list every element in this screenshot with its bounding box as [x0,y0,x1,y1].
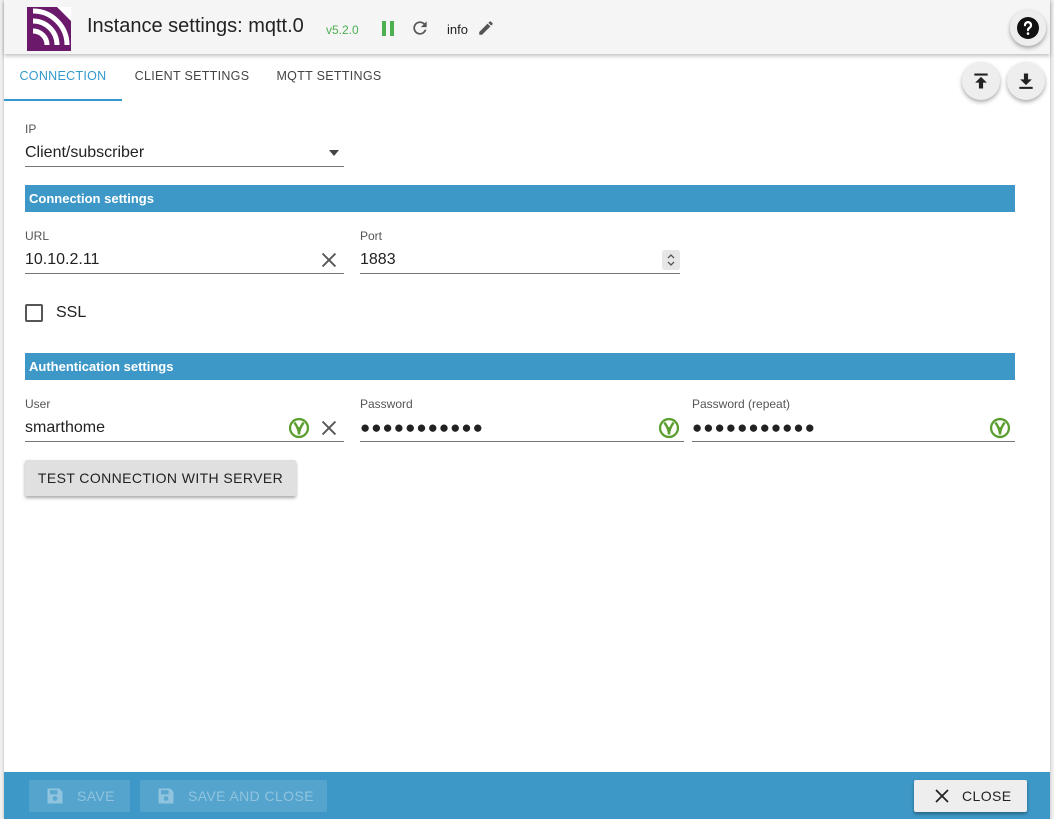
port-stepper-icon[interactable] [662,249,680,270]
tab-mqtt-settings[interactable]: MQTT SETTINGS [262,54,396,101]
download-icon [1019,73,1033,89]
help-button[interactable] [1010,10,1046,46]
reload-icon[interactable] [410,18,430,38]
close-icon [935,789,949,803]
port-label: Port [360,229,383,243]
help-icon [1017,17,1039,39]
port-value: 1883 [360,250,396,268]
pencil-icon[interactable] [477,19,495,37]
password-repeat-value: ●●●●●●●●●●● [692,417,816,437]
key-icon[interactable] [658,417,680,439]
save-icon [158,788,174,804]
close-label: CLOSE [962,788,1012,804]
save-icon [47,788,63,804]
url-input[interactable]: 10.10.2.11 [25,246,344,274]
download-settings-button[interactable] [1007,62,1045,100]
ip-label: IP [25,122,37,136]
user-label: User [25,397,51,411]
key-icon[interactable] [288,417,310,439]
user-input[interactable]: smarthome [25,414,344,442]
ssl-checkbox[interactable] [25,304,43,322]
tab-bar: CONNECTION CLIENT SETTINGS MQTT SETTINGS [4,54,1050,101]
ip-select[interactable]: Client/subscriber [25,139,344,167]
save-and-close-label: SAVE AND CLOSE [188,788,314,804]
key-icon[interactable] [989,417,1011,439]
clear-user-icon[interactable] [318,417,340,439]
stepper-arrows-icon [667,253,675,266]
mqtt-logo-icon [27,7,71,51]
user-value: smarthome [25,418,106,436]
password-repeat-input[interactable]: ●●●●●●●●●●● [692,414,1015,442]
url-label: URL [25,229,50,243]
upload-settings-button[interactable] [962,62,1000,100]
page-title: Instance settings: mqtt.0 [87,15,304,37]
pause-icon[interactable] [380,20,396,37]
save-and-close-button[interactable]: SAVE AND CLOSE [140,780,327,812]
ssl-label: SSL [56,304,87,321]
log-level-label[interactable]: info [447,22,468,37]
header-bar: Instance settings: mqtt.0 v5.2.0 info [4,0,1050,54]
password-repeat-label: Password (repeat) [692,397,791,411]
footer-bar: SAVE SAVE AND CLOSE CLOSE [4,772,1050,819]
password-value: ●●●●●●●●●●● [360,417,484,437]
url-value: 10.10.2.11 [25,250,100,268]
version-label: v5.2.0 [326,23,359,37]
connection-settings-header: Connection settings [25,185,1015,212]
authentication-settings-header: Authentication settings [25,353,1015,380]
password-label: Password [360,397,413,411]
instance-settings-window: Instance settings: mqtt.0 v5.2.0 info CO… [4,0,1050,819]
dropdown-arrow-icon [329,149,339,156]
save-button[interactable]: SAVE [29,780,130,812]
upload-icon [974,73,988,89]
ip-select-value: Client/subscriber [25,143,145,161]
test-connection-button[interactable]: TEST CONNECTION WITH SERVER [25,460,296,496]
tab-connection[interactable]: CONNECTION [4,54,122,101]
save-label: SAVE [77,788,115,804]
tab-client-settings[interactable]: CLIENT SETTINGS [122,54,262,101]
password-input[interactable]: ●●●●●●●●●●● [360,414,684,442]
port-input[interactable]: 1883 [360,246,680,274]
close-button[interactable]: CLOSE [914,780,1027,812]
clear-url-icon[interactable] [318,249,340,271]
